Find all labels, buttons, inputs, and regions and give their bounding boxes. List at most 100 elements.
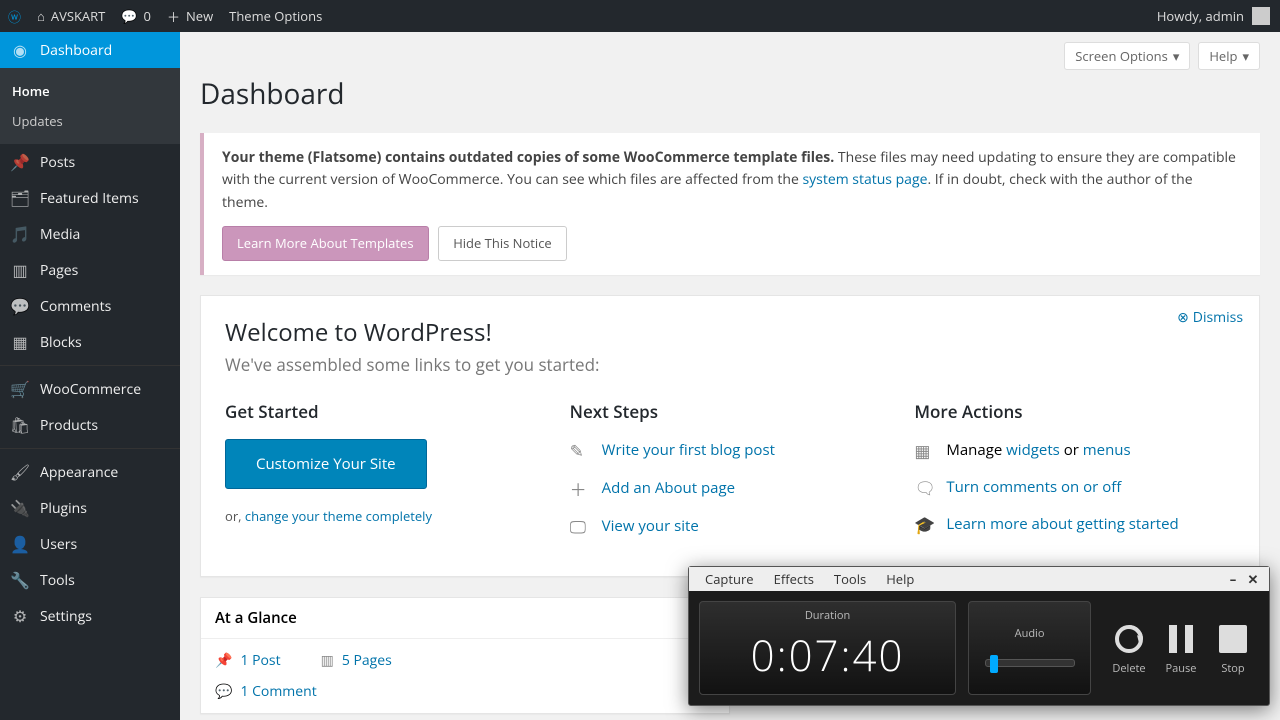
- menu-blocks[interactable]: ▦Blocks: [0, 324, 180, 360]
- comment-icon: 💬: [215, 682, 232, 701]
- comments-toggle-icon: 🗨: [914, 476, 934, 499]
- recorder-duration-box: Duration 0:07:40: [699, 601, 956, 695]
- system-status-link[interactable]: system status page: [802, 170, 927, 189]
- view-icon: 🖵: [570, 515, 590, 538]
- learn-more-link[interactable]: Learn more about getting started: [946, 514, 1178, 534]
- woocommerce-notice: Your theme (Flatsome) contains outdated …: [200, 133, 1260, 275]
- comments-link[interactable]: 💬 0: [113, 0, 159, 32]
- recorder-pause-button[interactable]: Pause: [1163, 621, 1199, 676]
- help-toggle[interactable]: Help▾: [1198, 42, 1260, 70]
- menu-appearance[interactable]: 🖌Appearance: [0, 454, 180, 490]
- recorder-menu-tools[interactable]: Tools: [824, 568, 876, 590]
- screen-recorder-window: Capture Effects Tools Help – ✕ Duration …: [688, 566, 1270, 706]
- wordpress-icon: ⓦ: [8, 7, 21, 26]
- recorder-menubar: Capture Effects Tools Help – ✕: [689, 567, 1269, 591]
- learn-more-button[interactable]: Learn More About Templates: [222, 226, 429, 261]
- recorder-menu-effects[interactable]: Effects: [764, 568, 824, 590]
- menu-featured[interactable]: 🗂Featured Items: [0, 180, 180, 216]
- comments-toggle-link[interactable]: Turn comments on or off: [946, 477, 1121, 497]
- menu-tools[interactable]: 🔧Tools: [0, 562, 180, 598]
- recorder-close-button[interactable]: ✕: [1243, 570, 1263, 588]
- dashboard-icon: ◉: [10, 40, 30, 60]
- recorder-menu-help[interactable]: Help: [876, 568, 924, 590]
- learn-icon: 🎓: [914, 513, 934, 536]
- dismiss-button[interactable]: ⊗Dismiss: [1177, 308, 1243, 327]
- account-menu[interactable]: Howdy, admin: [1157, 7, 1280, 25]
- menus-link[interactable]: menus: [1083, 440, 1131, 460]
- chevron-down-icon: ▾: [1173, 47, 1180, 65]
- recorder-delete-button[interactable]: Delete: [1111, 621, 1147, 676]
- menu-pages[interactable]: ▥Pages: [0, 252, 180, 288]
- notice-bold: Your theme (Flatsome) contains outdated …: [222, 148, 834, 167]
- comment-icon: 💬: [121, 7, 137, 25]
- new-link[interactable]: ＋ New: [159, 0, 221, 32]
- menu-plugins[interactable]: 🔌Plugins: [0, 490, 180, 526]
- menu-dashboard[interactable]: ◉ Dashboard: [0, 32, 180, 68]
- woocommerce-icon: 🛒: [10, 379, 30, 399]
- home-icon: ⌂: [37, 7, 45, 25]
- chevron-down-icon: ▾: [1242, 47, 1249, 65]
- close-icon: ⊗: [1177, 308, 1189, 327]
- glance-comments[interactable]: 💬1 Comment: [215, 682, 715, 701]
- change-theme-link[interactable]: change your theme completely: [245, 507, 432, 525]
- pin-icon: 📌: [215, 651, 232, 670]
- recorder-audio-box: Audio: [968, 601, 1091, 695]
- more-actions-column: More Actions ▦Manage widgets or menus 🗨T…: [914, 400, 1235, 552]
- pages-icon: ▥: [10, 260, 30, 280]
- products-icon: 🛍: [10, 415, 30, 435]
- widgets-icon: ▦: [914, 439, 934, 462]
- menu-products[interactable]: 🛍Products: [0, 407, 180, 443]
- tools-icon: 🔧: [10, 570, 30, 590]
- add-icon: ＋: [570, 476, 590, 501]
- at-a-glance-box: At a Glance 📌1 Post ▥5 Pages 💬1 Comment: [200, 597, 730, 714]
- recorder-audio-slider[interactable]: [985, 659, 1075, 667]
- glance-pages[interactable]: ▥5 Pages: [321, 651, 392, 670]
- site-link[interactable]: ⌂ AVSKART: [29, 0, 113, 32]
- submenu-updates[interactable]: Updates: [0, 106, 180, 136]
- recorder-minimize-button[interactable]: –: [1223, 570, 1243, 588]
- avatar: [1252, 7, 1270, 25]
- get-started-column: Get Started Customize Your Site or, chan…: [225, 400, 546, 552]
- submenu-home[interactable]: Home: [0, 76, 180, 106]
- stop-icon: [1215, 621, 1251, 657]
- glance-posts[interactable]: 📌1 Post: [215, 651, 281, 670]
- plugins-icon: 🔌: [10, 498, 30, 518]
- plus-icon: ＋: [167, 7, 180, 26]
- customize-site-button[interactable]: Customize Your Site: [225, 439, 427, 489]
- screen-options-toggle[interactable]: Screen Options▾: [1064, 42, 1190, 70]
- welcome-title: Welcome to WordPress!: [225, 316, 1235, 349]
- pages-icon: ▥: [321, 651, 334, 670]
- page-title: Dashboard: [200, 75, 1260, 113]
- wp-logo[interactable]: ⓦ: [0, 0, 29, 32]
- recorder-menu-capture[interactable]: Capture: [695, 568, 764, 590]
- comments-icon: 💬: [10, 296, 30, 316]
- menu-woocommerce[interactable]: 🛒WooCommerce: [0, 371, 180, 407]
- recorder-duration-value: 0:07:40: [751, 627, 905, 684]
- menu-users[interactable]: 👤Users: [0, 526, 180, 562]
- users-icon: 👤: [10, 534, 30, 554]
- appearance-icon: 🖌: [10, 462, 30, 482]
- admin-sidebar: ◉ Dashboard Home Updates 📌Posts 🗂Feature…: [0, 32, 180, 720]
- menu-settings[interactable]: ⚙Settings: [0, 598, 180, 634]
- pin-icon: 📌: [10, 152, 30, 172]
- settings-icon: ⚙: [10, 606, 30, 626]
- welcome-subtitle: We've assembled some links to get you st…: [225, 353, 1235, 376]
- media-icon: 🎵: [10, 224, 30, 244]
- site-name-label: AVSKART: [51, 7, 105, 25]
- admin-topbar: ⓦ ⌂ AVSKART 💬 0 ＋ New Theme Options Howd…: [0, 0, 1280, 32]
- view-site-link[interactable]: View your site: [602, 516, 699, 536]
- pause-icon: [1163, 621, 1199, 657]
- recorder-stop-button[interactable]: Stop: [1215, 621, 1251, 676]
- hide-notice-button[interactable]: Hide This Notice: [438, 226, 567, 261]
- menu-media[interactable]: 🎵Media: [0, 216, 180, 252]
- at-a-glance-title: At a Glance: [201, 598, 729, 639]
- write-post-link[interactable]: Write your first blog post: [602, 440, 775, 460]
- blocks-icon: ▦: [10, 332, 30, 352]
- theme-options-link[interactable]: Theme Options: [221, 0, 330, 32]
- widgets-link[interactable]: widgets: [1006, 440, 1060, 460]
- next-steps-column: Next Steps ✎Write your first blog post ＋…: [570, 400, 891, 552]
- menu-comments[interactable]: 💬Comments: [0, 288, 180, 324]
- featured-icon: 🗂: [10, 188, 30, 208]
- add-page-link[interactable]: Add an About page: [602, 478, 735, 498]
- menu-posts[interactable]: 📌Posts: [0, 144, 180, 180]
